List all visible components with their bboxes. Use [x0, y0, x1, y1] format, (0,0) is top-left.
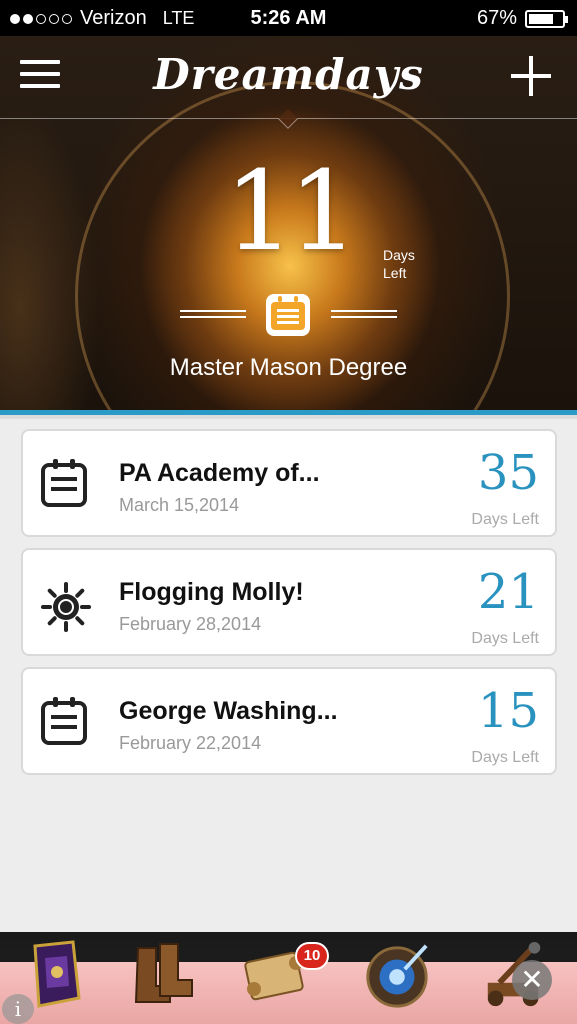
status-bar: Verizon LTE 5:26 AM 67% — [0, 0, 577, 36]
add-event-button[interactable] — [511, 56, 551, 96]
magic-orb-icon — [362, 940, 432, 1010]
calendar-icon — [41, 459, 87, 509]
sun-icon — [41, 582, 91, 632]
calendar-icon — [266, 294, 310, 336]
hero-days-count: 11 — [224, 147, 359, 275]
event-date: February 28,2014 — [119, 614, 262, 634]
calendar-icon — [41, 697, 87, 747]
boots-icon — [128, 940, 198, 1010]
event-date: March 15,2014 — [119, 495, 240, 515]
notification-badge: 10 — [295, 942, 329, 970]
event-title: PA Academy of... — [119, 459, 320, 487]
hero-days-label: Days — [383, 247, 415, 263]
battery-icon — [525, 9, 568, 28]
event-title: Flogging Molly! — [119, 578, 304, 606]
hero-event-title: Master Mason Degree — [169, 354, 408, 381]
event-title: George Washing... — [119, 697, 338, 725]
hero-days-left-label: Days Left — [383, 246, 415, 282]
close-ad-button[interactable]: ✕ — [512, 960, 552, 1000]
battery-percent: 67% — [476, 7, 517, 29]
event-days-left-label: Days Left — [471, 749, 539, 766]
event-card[interactable]: PA Academy of... March 15,2014 35 Days L… — [21, 429, 557, 537]
event-days-left-label: Days Left — [471, 511, 539, 528]
event-card[interactable]: Flogging Molly! February 28,2014 21 Days… — [21, 548, 557, 656]
event-days-count: 15 — [477, 683, 539, 739]
decorative-line-left — [180, 310, 246, 318]
accent-shadow — [0, 415, 577, 419]
event-days-count: 21 — [477, 564, 539, 620]
ad-banner[interactable]: 10 — [0, 932, 577, 1024]
decorative-line-right — [331, 310, 397, 318]
event-card[interactable]: George Washing... February 22,2014 15 Da… — [21, 667, 557, 775]
hero-icon-row — [0, 294, 577, 338]
event-days-count: 35 — [477, 445, 539, 501]
ad-info-icon[interactable]: i — [2, 994, 34, 1024]
hero-left-label: Left — [383, 265, 407, 281]
status-right: 67% — [476, 7, 568, 30]
app-title: Dreamdays — [153, 50, 424, 99]
hero-featured-event[interactable]: Dreamdays 11 Days Left Master Mason Degr… — [0, 36, 577, 410]
nav-bar: Dreamdays — [0, 36, 577, 118]
event-date: February 22,2014 — [119, 733, 262, 753]
event-days-left-label: Days Left — [471, 630, 539, 647]
